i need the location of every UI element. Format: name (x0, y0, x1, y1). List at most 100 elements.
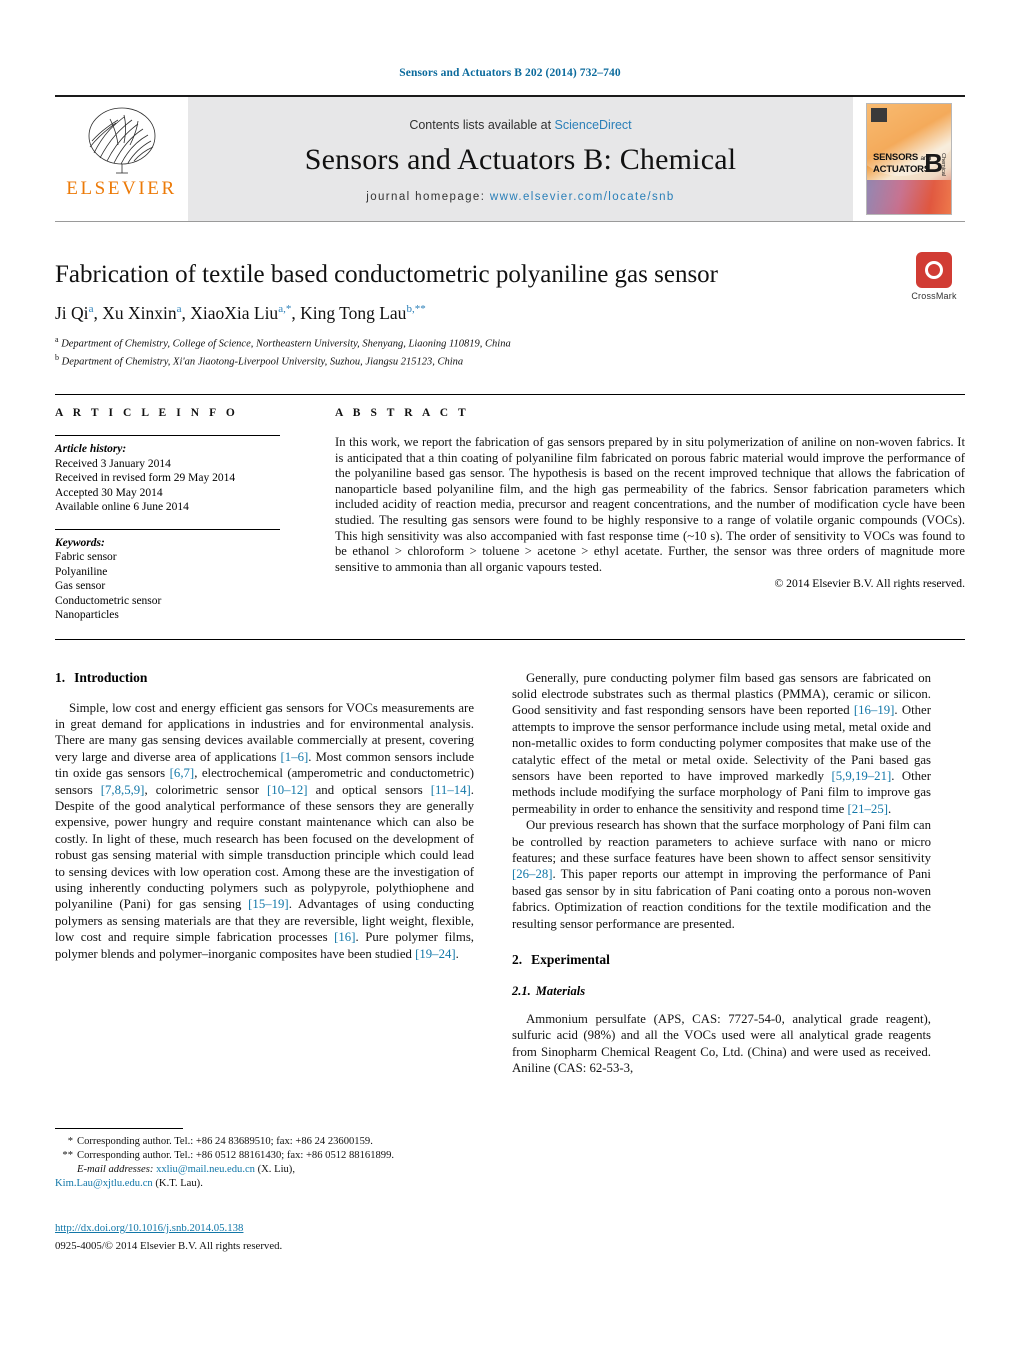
author-name: XiaoXia Liu (190, 303, 279, 323)
citation-ref[interactable]: [6,7] (170, 766, 195, 780)
section-number: 1. (55, 669, 66, 685)
info-abstract-panel: A R T I C L E I N F O Article history: R… (55, 394, 965, 640)
intro-paragraph-3-text: Our previous research has shown that the… (512, 818, 931, 931)
left-column: 1. Introduction Simple, low cost and ener… (55, 670, 474, 1077)
homepage-label: journal homepage: (366, 190, 486, 203)
email-link-liu[interactable]: xxliu@mail.neu.edu.cn (156, 1164, 255, 1175)
affiliation-mark: a (55, 335, 59, 344)
footnote-emails: E-mail addresses: xxliu@mail.neu.edu.cn … (55, 1163, 474, 1177)
contents-available-line: Contents lists available at ScienceDirec… (409, 118, 631, 132)
author-mark: a (88, 303, 94, 316)
citation-ref[interactable]: [5,9,19–21] (832, 769, 892, 783)
body-columns: 1. Introduction Simple, low cost and ener… (55, 670, 965, 1077)
citation-ref[interactable]: [1–6] (281, 750, 309, 764)
page-title: Fabrication of textile based conductomet… (55, 261, 719, 288)
cover-title-text: SENSORS and ACTUATORS (873, 152, 931, 175)
author-mark: b,** (406, 303, 426, 316)
info-divider-top (55, 435, 280, 436)
citation-ref[interactable]: [19–24] (415, 947, 456, 961)
author-name: Xu Xinxin (102, 303, 177, 323)
issn-copyright: 0925-4005/© 2014 Elsevier B.V. All right… (55, 1240, 283, 1252)
history-received: Received 3 January 2014 (55, 457, 171, 470)
doi-link[interactable]: http://dx.doi.org/10.1016/j.snb.2014.05.… (55, 1222, 475, 1234)
affiliation-mark: b (55, 352, 59, 362)
citation-ref[interactable]: [15–19] (248, 897, 289, 911)
intro-paragraph-1: Simple, low cost and energy efficient ga… (55, 700, 474, 963)
cover-elsevier-mark-icon (871, 108, 887, 122)
cover-b-subtitle: Chemical (940, 153, 946, 176)
contents-prefix: Contents lists available at (409, 117, 555, 132)
article-history-label: Article history: (55, 443, 127, 455)
article-info-column: A R T I C L E I N F O Article history: R… (55, 407, 335, 623)
abstract-heading: A B S T R A C T (335, 407, 470, 419)
intro-paragraph-2-text: Generally, pure conducting polymer film … (512, 670, 931, 816)
crossmark-icon (916, 252, 952, 288)
author-list: Ji Qia, Xu Xinxina, XiaoXia Liua,*, King… (55, 303, 426, 323)
cover-line1: SENSORS (873, 152, 919, 163)
intro-paragraph-2: Generally, pure conducting polymer film … (512, 670, 931, 818)
cover-bottom-band (867, 180, 951, 214)
paper-page: Sensors and Actuators B 202 (2014) 732–7… (0, 0, 1020, 1351)
elsevier-tree-icon (88, 107, 155, 174)
author-name: King Tong Lau (300, 303, 407, 323)
journal-homepage-line: journal homepage: www.elsevier.com/locat… (366, 191, 674, 203)
keyword-item: Gas sensor (55, 580, 106, 592)
footnotes-block: * Corresponding author. Tel.: +86 24 8368… (55, 1128, 474, 1191)
info-divider-keywords (55, 528, 280, 530)
masthead-center: Contents lists available at ScienceDirec… (188, 97, 853, 221)
subsection-number: 2.1. (512, 984, 531, 998)
doi-block: http://dx.doi.org/10.1016/j.snb.2014.05.… (55, 1222, 475, 1254)
citation-ref[interactable]: [10–12] (267, 783, 308, 797)
keyword-item: Nanoparticles (55, 609, 119, 621)
affiliation-text: Department of Chemistry, Xi'an Jiaotong-… (61, 356, 464, 367)
crossmark-badge[interactable]: CrossMark (903, 252, 965, 301)
footnote-corresponding-2: ** Corresponding author. Tel.: +86 0512 8… (55, 1149, 474, 1163)
citation-ref[interactable]: [11–14] (431, 783, 471, 797)
intro-paragraph-3: Our previous research has shown that the… (512, 817, 931, 932)
history-revised: Received in revised form 29 May 2014 (55, 472, 236, 484)
subsection-heading-materials: 2.1. Materials (512, 984, 931, 999)
email-owner-lau: (K.T. Lau). (155, 1178, 203, 1189)
right-column: Generally, pure conducting polymer film … (512, 670, 931, 1077)
abstract-column: A B S T R A C T In this work, we report … (335, 407, 965, 623)
author-mark: a,* (278, 303, 292, 316)
citation-ref[interactable]: [16] (334, 930, 355, 944)
affiliation-b: b Department of Chemistry, Xi'an Jiaoton… (55, 351, 965, 369)
keyword-item: Fabric sensor (55, 551, 117, 563)
keyword-item: Polyaniline (55, 565, 108, 578)
author-mark: a (176, 303, 182, 316)
email-addresses-label: E-mail addresses: (77, 1164, 154, 1175)
author-name: Ji Qi (55, 303, 89, 323)
section-number: 2. (512, 952, 523, 967)
email-link-lau[interactable]: Kim.Lau@xjtlu.edu.cn (55, 1178, 153, 1189)
article-info-heading: A R T I C L E I N F O (55, 407, 239, 419)
intro-paragraph-1-text: Simple, low cost and energy efficient ga… (55, 700, 475, 961)
sciencedirect-link[interactable]: ScienceDirect (555, 118, 632, 132)
history-online: Available online 6 June 2014 (55, 501, 189, 513)
footnote-corresponding-1: * Corresponding author. Tel.: +86 24 8368… (55, 1135, 474, 1149)
citation-ref[interactable]: [21–25] (847, 802, 888, 816)
affiliation-a: a Department of Chemistry, College of Sc… (55, 333, 965, 351)
title-block: Fabrication of textile based conductomet… (55, 252, 965, 369)
homepage-url-link[interactable]: www.elsevier.com/locate/snb (490, 191, 675, 203)
footnote-marker: * (67, 1136, 73, 1147)
abstract-text: In this work, we report the fabrication … (335, 435, 965, 574)
keywords-label: Keywords: (55, 536, 105, 549)
subsection-title: Materials (535, 984, 586, 998)
citation-ref[interactable]: [26–28] (512, 867, 553, 881)
section-title: Experimental (531, 952, 610, 967)
materials-paragraph-1-text: Ammonium persulfate (APS, CAS: 7727-54-0… (512, 1012, 931, 1076)
section-title: Introduction (74, 669, 148, 685)
elsevier-logo: ELSEVIER (55, 97, 188, 221)
journal-cover-thumbnail: SENSORS and ACTUATORS B Chemical (853, 97, 965, 221)
section-heading-introduction: 1. Introduction (55, 670, 474, 686)
email-owner-liu: (X. Liu), (257, 1164, 295, 1175)
citation-ref[interactable]: [16–19] (854, 703, 895, 717)
elsevier-wordmark: ELSEVIER (66, 178, 177, 199)
citation-ref[interactable]: [7,8,5,9] (101, 783, 145, 797)
footnote-emails-2: Kim.Lau@xjtlu.edu.cn (K.T. Lau). (55, 1177, 474, 1191)
keyword-item: Conductometric sensor (55, 594, 162, 607)
section-heading-experimental: 2. Experimental (512, 952, 931, 968)
footnote-marker: ** (62, 1150, 73, 1161)
running-head: Sensors and Actuators B 202 (2014) 732–7… (399, 67, 621, 79)
